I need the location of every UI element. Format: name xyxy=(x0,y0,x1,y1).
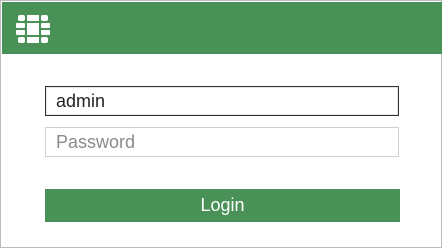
fortinet-logo-icon xyxy=(16,15,50,43)
login-panel: Login xyxy=(0,0,442,248)
login-button[interactable]: Login xyxy=(45,189,400,222)
password-input[interactable] xyxy=(45,127,399,157)
header-bar xyxy=(2,2,442,54)
username-input[interactable] xyxy=(45,86,399,116)
